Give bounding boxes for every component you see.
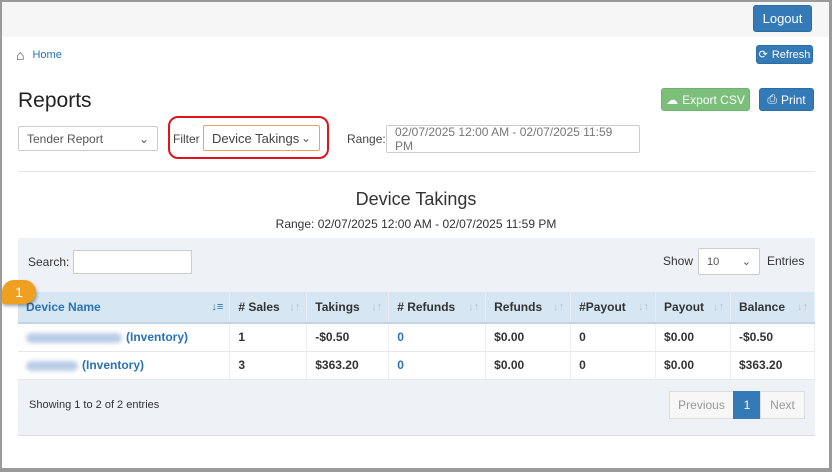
sort-icon: ↓↑ xyxy=(713,301,724,313)
previous-button[interactable]: Previous xyxy=(669,391,734,419)
print-button[interactable]: ⎙ Print xyxy=(759,88,814,111)
col-label: Payout xyxy=(664,300,705,314)
sort-icon: ↓↑ xyxy=(553,301,565,313)
col-label: #Payout xyxy=(579,300,626,314)
col-payout-count[interactable]: #Payout ↓↑ xyxy=(570,292,657,324)
sales-cell: 1 xyxy=(229,323,308,352)
takings-cell: $363.20 xyxy=(306,351,390,380)
entries-label: Entries xyxy=(767,254,805,268)
print-icon: ⎙ xyxy=(767,92,777,106)
balance-cell: -$0.50 xyxy=(730,323,815,352)
print-label: Print xyxy=(780,92,806,107)
filter-value: Device Takings xyxy=(212,130,300,146)
sort-icon: ↓↑ xyxy=(638,301,650,313)
report-title: Device Takings xyxy=(355,189,477,209)
takings-cell: -$0.50 xyxy=(306,323,390,352)
col-balance[interactable]: Balance ↓↑ xyxy=(730,292,815,324)
page-size-value: 10 xyxy=(707,255,720,268)
col-takings[interactable]: Takings ↓↑ xyxy=(306,292,390,324)
chevron-down-icon: ⌄ xyxy=(138,131,149,146)
cloud-download-icon: ☁ xyxy=(666,92,679,107)
redacted-device-name xyxy=(26,333,122,344)
payout-count-cell: 0 xyxy=(570,323,657,352)
sales-cell: 3 xyxy=(229,351,308,380)
refunds-cell: $0.00 xyxy=(485,351,572,380)
range-input[interactable]: 02/07/2025 12:00 AM - 02/07/2025 11:59 P… xyxy=(386,125,640,153)
breadcrumb-home[interactable]: Home xyxy=(32,49,61,61)
chevron-down-icon: ⌄ xyxy=(300,131,311,145)
sort-asc-icon: ↓≡ xyxy=(211,301,224,313)
device-takings-table: Device Name ↓≡ # Sales ↓↑ Takings ↓↑ # Refu… xyxy=(18,292,815,380)
redacted-device-name xyxy=(26,360,78,371)
report-type-value: Tender Report xyxy=(27,131,104,146)
device-name-cell[interactable]: (Inventory) xyxy=(18,323,231,352)
refund-count-link[interactable]: 0 xyxy=(388,323,487,352)
col-refunds[interactable]: Refunds ↓↑ xyxy=(485,292,572,324)
col-sales[interactable]: # Sales ↓↑ xyxy=(229,292,308,324)
col-label: # Sales xyxy=(238,300,280,314)
filter-label: Filter xyxy=(173,132,200,146)
col-label: Device Name xyxy=(26,300,101,314)
sort-icon: ↓↑ xyxy=(371,301,383,313)
chevron-down-icon: ⌄ xyxy=(741,256,751,268)
table-info: Showing 1 to 2 of 2 entries xyxy=(29,399,160,411)
home-icon: ⌂ xyxy=(16,47,25,63)
page-size-select[interactable]: 10 ⌄ xyxy=(698,248,760,275)
refunds-cell: $0.00 xyxy=(485,323,572,352)
callout-badge: 1 xyxy=(2,280,36,304)
search-input[interactable] xyxy=(73,250,192,274)
col-payout[interactable]: Payout ↓↑ xyxy=(655,292,731,324)
filter-select[interactable]: Device Takings ⌄ xyxy=(203,125,320,151)
payout-cell: $0.00 xyxy=(655,323,731,352)
sort-icon: ↓↑ xyxy=(289,301,301,313)
device-link[interactable]: (Inventory) xyxy=(126,330,188,344)
col-refund-count[interactable]: # Refunds ↓↑ xyxy=(388,292,487,324)
col-device-name[interactable]: Device Name ↓≡ xyxy=(18,292,231,324)
col-label: Balance xyxy=(739,300,786,314)
refresh-button[interactable]: ⟳ Refresh xyxy=(756,45,813,64)
callout-number: 1 xyxy=(15,284,23,300)
page-title: Reports xyxy=(18,89,92,112)
balance-cell: $363.20 xyxy=(730,351,815,380)
next-button[interactable]: Next xyxy=(760,391,805,419)
device-link[interactable]: (Inventory) xyxy=(82,358,144,372)
show-label: Show xyxy=(663,254,694,268)
report-subtitle: Range: 02/07/2025 12:00 AM - 02/07/2025 … xyxy=(275,217,557,231)
report-type-select[interactable]: Tender Report ⌄ xyxy=(18,126,158,151)
search-label: Search: xyxy=(28,255,70,269)
refresh-label: Refresh xyxy=(771,48,811,61)
col-label: Takings xyxy=(315,300,360,314)
sort-icon: ↓↑ xyxy=(797,301,808,313)
payout-cell: $0.00 xyxy=(655,351,731,380)
top-bar xyxy=(2,2,829,37)
logout-button[interactable]: Logout xyxy=(753,5,812,32)
breadcrumb: ⌂ Home xyxy=(16,47,62,63)
table-row: (Inventory) 3 $363.20 0 $0.00 0 $0.00 $3… xyxy=(18,351,815,380)
page-1-button[interactable]: 1 xyxy=(733,391,761,419)
device-name-cell[interactable]: (Inventory) xyxy=(18,351,231,380)
divider xyxy=(18,171,815,172)
col-label: # Refunds xyxy=(397,300,456,314)
col-label: Refunds xyxy=(494,300,543,314)
refund-count-link[interactable]: 0 xyxy=(388,351,487,380)
sort-icon: ↓↑ xyxy=(468,301,480,313)
range-label: Range: xyxy=(347,132,386,146)
refresh-icon: ⟳ xyxy=(758,49,768,61)
export-csv-button[interactable]: ☁ Export CSV xyxy=(661,88,750,111)
export-csv-label: Export CSV xyxy=(682,92,745,107)
table-row: (Inventory) 1 -$0.50 0 $0.00 0 $0.00 -$0… xyxy=(18,323,815,352)
payout-count-cell: 0 xyxy=(570,351,657,380)
